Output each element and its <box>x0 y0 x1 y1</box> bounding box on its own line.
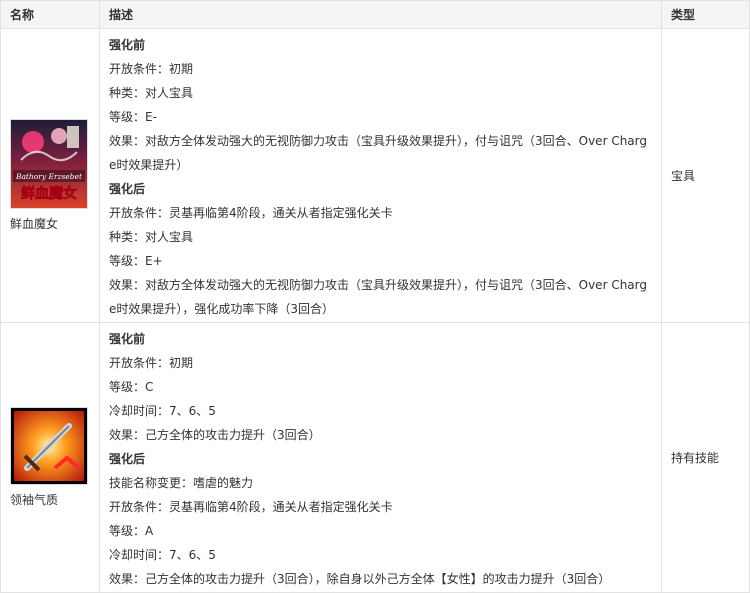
header-name: 名称 <box>0 0 100 29</box>
description-cell: 强化前 开放条件：初期 种类：对人宝具 等级：E- 效果：对敌方全体发动强大的无… <box>99 28 662 323</box>
desc-line: 技能名称变更：嗜虐的魅力 <box>109 476 254 490</box>
item-name: 领袖气质 <box>10 492 59 507</box>
table-row: Bathory Erzsebet 鲜血魔女 鲜血魔女 强化前 开放条件：初期 种… <box>0 28 750 323</box>
before-heading: 强化前 <box>109 332 146 346</box>
after-heading: 强化后 <box>109 182 146 196</box>
sword-skill-icon <box>10 406 88 485</box>
description-cell: 强化前 开放条件：初期 等级：C 冷却时间：7、6、5 效果：己方全体的攻击力提… <box>99 322 662 593</box>
desc-line: 冷却时间：7、6、5 <box>109 548 216 562</box>
before-heading: 强化前 <box>109 38 146 52</box>
desc-line: 等级：E+ <box>109 254 163 268</box>
desc-line: 等级：E- <box>109 110 157 124</box>
type-cell: 宝具 <box>661 28 750 323</box>
sword-skill-icon-graphic <box>11 407 87 484</box>
header-description: 描述 <box>99 0 662 29</box>
desc-line: 效果：己方全体的攻击力提升（3回合） <box>109 428 321 442</box>
desc-line: 开放条件：初期 <box>109 62 194 76</box>
name-cell: 领袖气质 <box>0 322 100 593</box>
desc-line: 开放条件：灵基再临第4阶段，通关从者指定强化关卡 <box>109 500 393 514</box>
type-cell: 持有技能 <box>661 322 750 593</box>
name-cell: Bathory Erzsebet 鲜血魔女 鲜血魔女 <box>0 28 100 323</box>
desc-line: 等级：C <box>109 380 154 394</box>
desc-line: 开放条件：灵基再临第4阶段，通关从者指定强化关卡 <box>109 206 393 220</box>
after-heading: 强化后 <box>109 452 146 466</box>
desc-line: 效果：己方全体的攻击力提升（3回合），除自身以外己方全体【女性】的攻击力提升（3… <box>109 572 611 586</box>
desc-effect: 效果：对敌方全体发动强大的无视防御力攻击（宝具升级效果提升），付与诅咒（3回合、… <box>109 134 647 172</box>
noble-phantasm-card-icon: Bathory Erzsebet 鲜血魔女 <box>10 118 88 209</box>
table-header-row: 名称 描述 类型 <box>0 0 750 29</box>
desc-line: 等级：A <box>109 524 154 538</box>
desc-line: 种类：对人宝具 <box>109 86 194 100</box>
card-en-caption: Bathory Erzsebet <box>15 172 83 181</box>
noble-phantasm-card-icon-graphic: Bathory Erzsebet 鲜血魔女 <box>11 119 87 208</box>
desc-line: 开放条件：初期 <box>109 356 194 370</box>
desc-line: 冷却时间：7、6、5 <box>109 404 216 418</box>
table-row: 领袖气质 强化前 开放条件：初期 等级：C 冷却时间：7、6、5 效果：己方全体… <box>0 322 750 593</box>
card-cn-caption: 鲜血魔女 <box>21 185 77 202</box>
desc-effect: 效果：对敌方全体发动强大的无视防御力攻击（宝具升级效果提升），付与诅咒（3回合、… <box>109 278 647 316</box>
item-name: 鲜血魔女 <box>10 216 59 231</box>
desc-line: 种类：对人宝具 <box>109 230 194 244</box>
header-type: 类型 <box>661 0 750 29</box>
info-table: 名称 描述 类型 Bathory Erzsebet 鲜血魔女 鲜血魔女 强化前 … <box>0 0 750 593</box>
